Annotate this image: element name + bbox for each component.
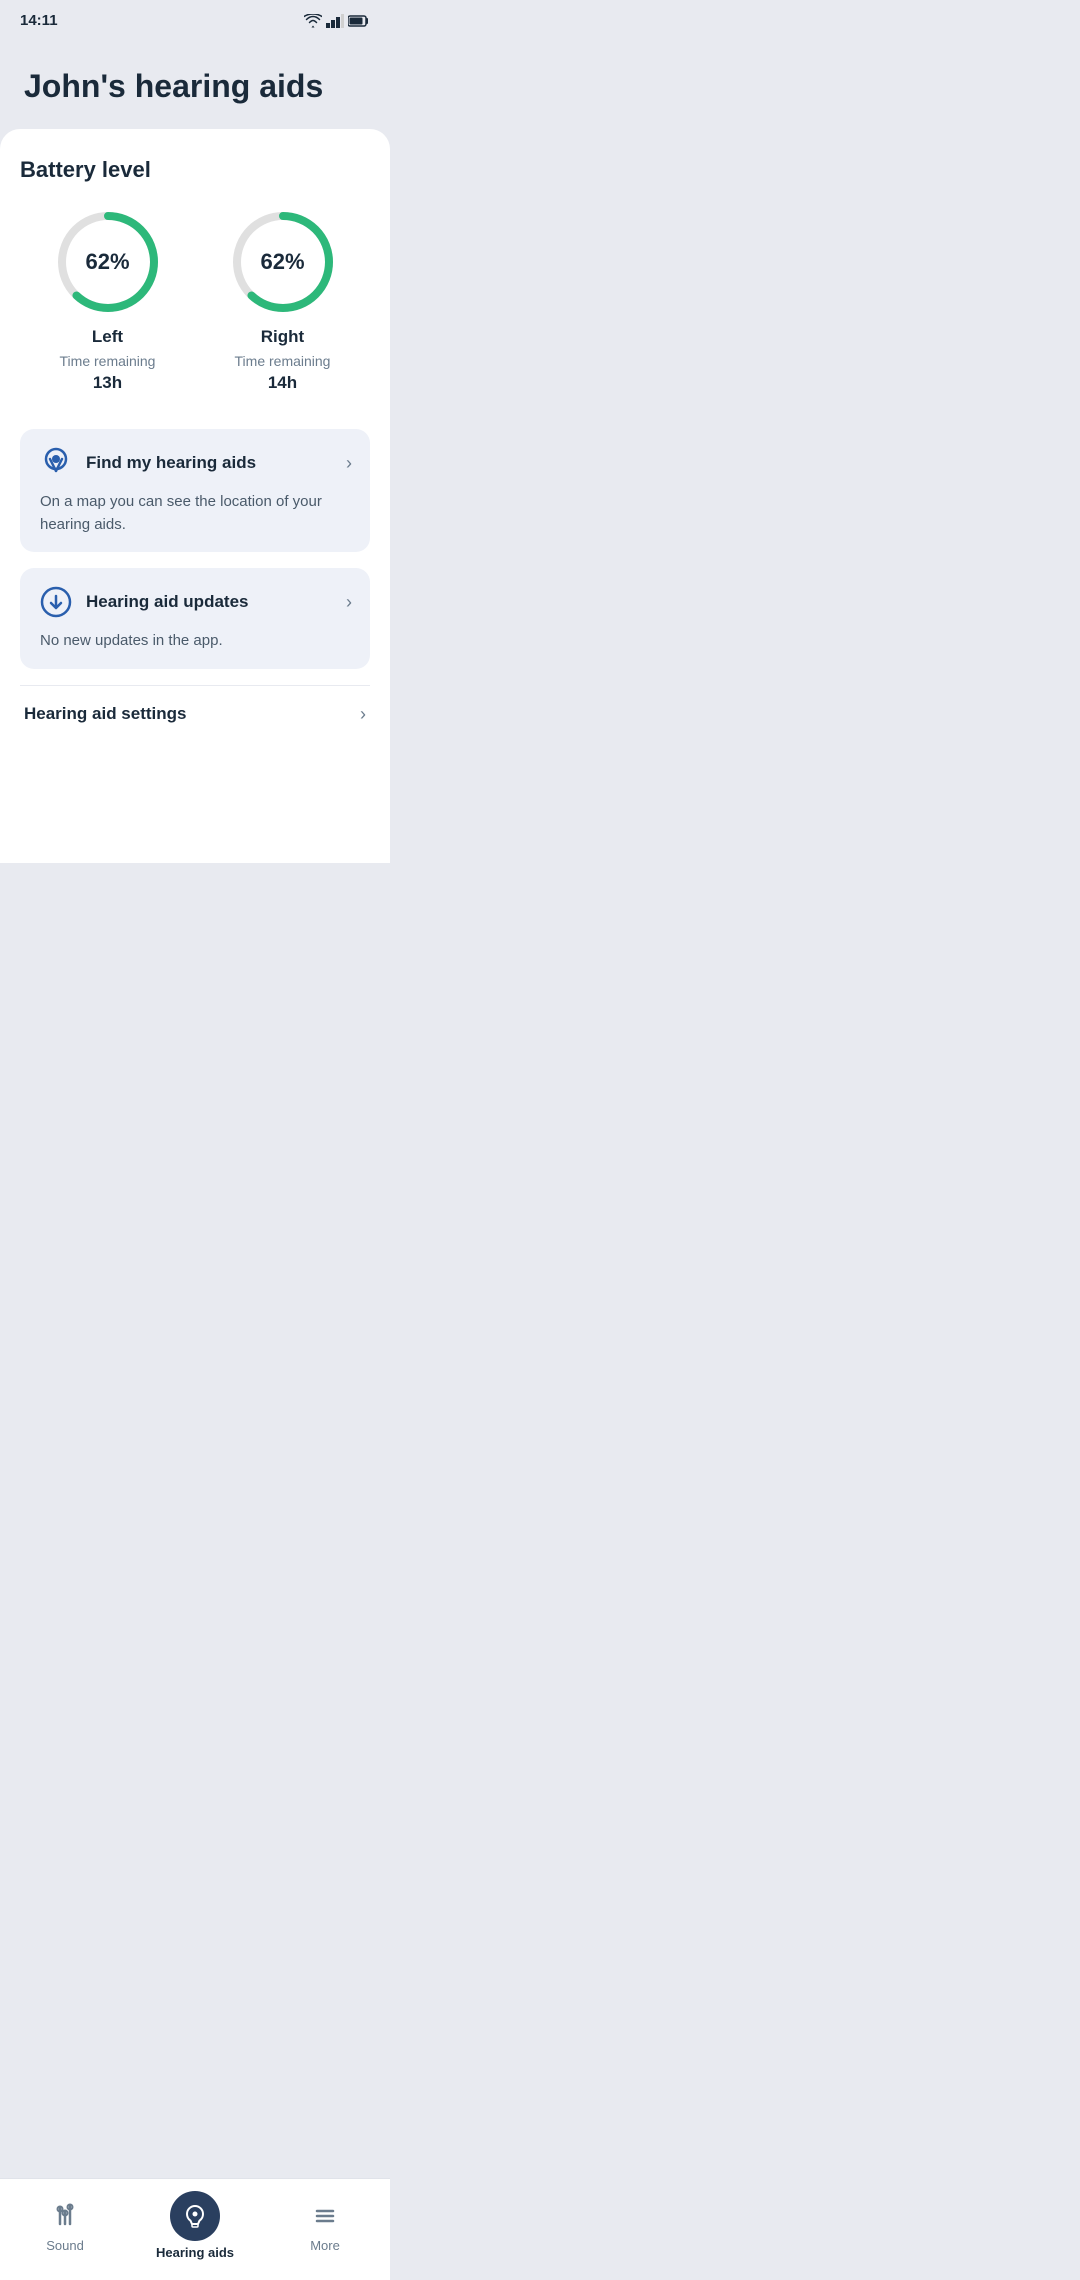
find-card-title: Find my hearing aids xyxy=(86,453,256,473)
page-header: John's hearing aids xyxy=(0,37,390,129)
find-hearing-aids-card[interactable]: Find my hearing aids › On a map you can … xyxy=(20,429,370,552)
find-card-description: On a map you can see the location of you… xyxy=(38,491,352,536)
battery-icon xyxy=(348,15,370,27)
main-card: Battery level 62% Left Time remaining 13… xyxy=(0,129,390,863)
battery-right-label: Right xyxy=(261,327,304,347)
nav-label-sound: Sound xyxy=(46,2238,84,2253)
download-icon xyxy=(38,584,74,620)
status-bar: 14:11 xyxy=(0,0,390,37)
nav-label-more: More xyxy=(310,2238,340,2253)
status-icons xyxy=(304,14,370,28)
updates-card-description: No new updates in the app. xyxy=(38,630,352,653)
battery-left: 62% Left Time remaining 13h xyxy=(53,207,163,393)
battery-right-percent: 62% xyxy=(260,249,304,275)
battery-right: 62% Right Time remaining 14h xyxy=(228,207,338,393)
nav-label-hearing-aids: Hearing aids xyxy=(156,2245,234,2260)
settings-row-title: Hearing aid settings xyxy=(24,704,186,724)
battery-left-percent: 62% xyxy=(85,249,129,275)
hearing-aid-settings-row[interactable]: Hearing aid settings › xyxy=(20,685,370,743)
battery-section-title: Battery level xyxy=(20,157,370,183)
battery-right-circle: 62% xyxy=(228,207,338,317)
updates-card-chevron: › xyxy=(346,592,352,613)
battery-right-time-label: Time remaining xyxy=(235,353,331,369)
wifi-icon xyxy=(304,14,322,28)
battery-left-circle: 62% xyxy=(53,207,163,317)
hearing-updates-card[interactable]: Hearing aid updates › No new updates in … xyxy=(20,568,370,669)
settings-row-chevron: › xyxy=(360,704,366,725)
location-pin-icon xyxy=(38,445,74,481)
nav-item-sound[interactable]: Sound xyxy=(25,2198,105,2253)
signal-icon xyxy=(326,14,344,28)
updates-card-header: Hearing aid updates › xyxy=(38,584,352,620)
sound-nav-icon xyxy=(47,2198,83,2234)
nav-item-hearing-aids[interactable]: Hearing aids xyxy=(155,2191,235,2260)
hearing-aids-nav-icon xyxy=(170,2191,220,2241)
battery-right-time-value: 14h xyxy=(268,373,297,393)
battery-left-time-value: 13h xyxy=(93,373,122,393)
updates-card-title: Hearing aid updates xyxy=(86,592,248,612)
battery-row: 62% Left Time remaining 13h 62% Right Ti… xyxy=(20,207,370,393)
battery-left-time-label: Time remaining xyxy=(60,353,156,369)
updates-card-left: Hearing aid updates xyxy=(38,584,248,620)
nav-item-more[interactable]: More xyxy=(285,2198,365,2253)
bottom-nav: Sound Hearing aids More xyxy=(0,2178,390,2280)
find-card-chevron: › xyxy=(346,453,352,474)
page-title: John's hearing aids xyxy=(24,67,366,105)
status-time: 14:11 xyxy=(20,12,58,29)
more-nav-icon xyxy=(307,2198,343,2234)
battery-left-label: Left xyxy=(92,327,123,347)
find-card-left: Find my hearing aids xyxy=(38,445,256,481)
find-card-header: Find my hearing aids › xyxy=(38,445,352,481)
